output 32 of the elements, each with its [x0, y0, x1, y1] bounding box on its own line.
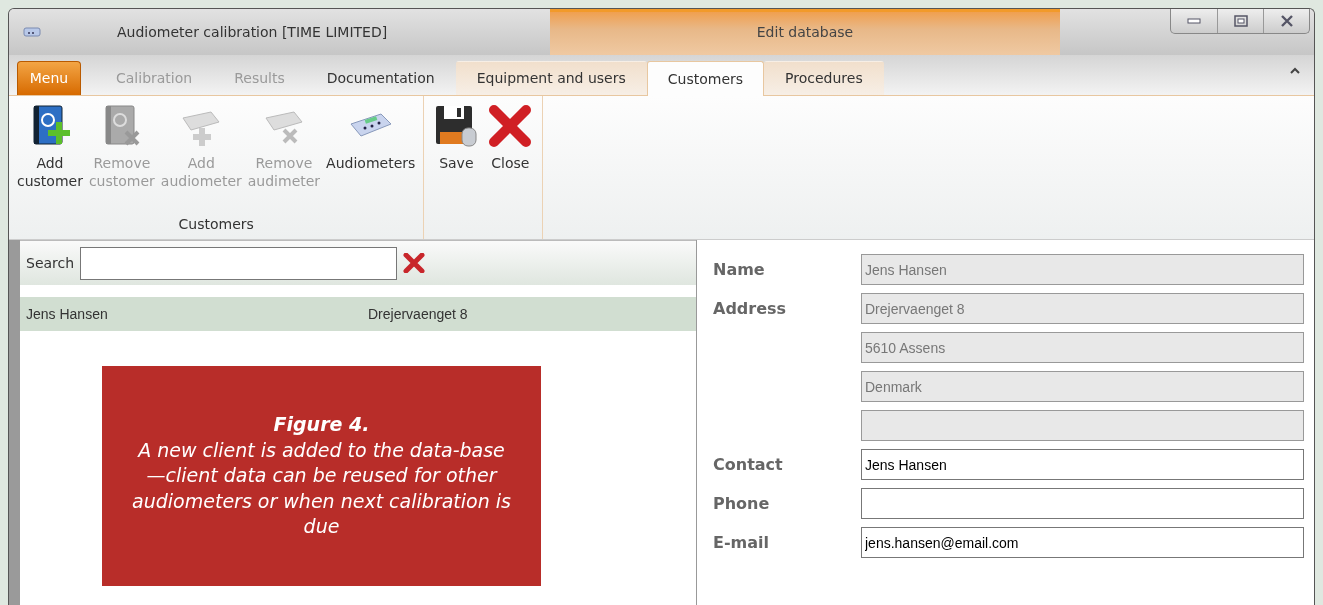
- search-field[interactable]: [80, 246, 398, 280]
- clear-search-icon[interactable]: [403, 253, 426, 273]
- field-label: Contact: [713, 453, 784, 476]
- app-icon: [23, 26, 41, 38]
- minimize-icon: [1187, 18, 1201, 24]
- customer-row[interactable]: Jens Hansen Drejervaenget 8: [20, 297, 696, 331]
- maximize-icon: [1233, 15, 1248, 27]
- field-label: E-mail: [713, 531, 770, 554]
- address-book-add-button[interactable]: Add customer: [15, 102, 85, 214]
- close-icon: [1279, 15, 1294, 27]
- input-field[interactable]: jens.hansen@email.com: [861, 527, 1304, 558]
- search-label: Search: [26, 253, 75, 273]
- caption-text: A new client is added to the data-base—client data can be reused for other audiometers or when next calibration is due: [132, 437, 511, 540]
- input-field[interactable]: Jens Hansen: [861, 449, 1304, 480]
- ribbon-group-label: Customers: [177, 215, 255, 234]
- collapse-ribbon-icon[interactable]: [1290, 67, 1300, 74]
- save-button[interactable]: Save: [430, 102, 483, 239]
- list-cell-text: Jens Hansen: [26, 304, 109, 324]
- field-label: Name: [713, 258, 766, 281]
- ribbon-tab[interactable]: Procedures: [764, 61, 884, 95]
- ribbon-tab[interactable]: Documentation: [305, 61, 456, 95]
- input-field[interactable]: [861, 488, 1304, 519]
- list-cell-text: Drejervaenget 8: [368, 304, 468, 324]
- ribbon-tab[interactable]: Equipment and users: [455, 61, 647, 95]
- audiometer-button[interactable]: Audiometers: [324, 102, 418, 214]
- caption-title: Figure 4.: [273, 411, 370, 437]
- field-label: Address: [713, 297, 788, 320]
- contextual-tab-group-title: Edit database: [756, 23, 854, 42]
- field-label: Phone: [713, 492, 771, 515]
- close-button[interactable]: Close: [484, 102, 537, 239]
- ribbon-tab[interactable]: Customers: [646, 61, 765, 96]
- window-title: Audiometer calibration [TIME LIMITED]: [117, 22, 388, 42]
